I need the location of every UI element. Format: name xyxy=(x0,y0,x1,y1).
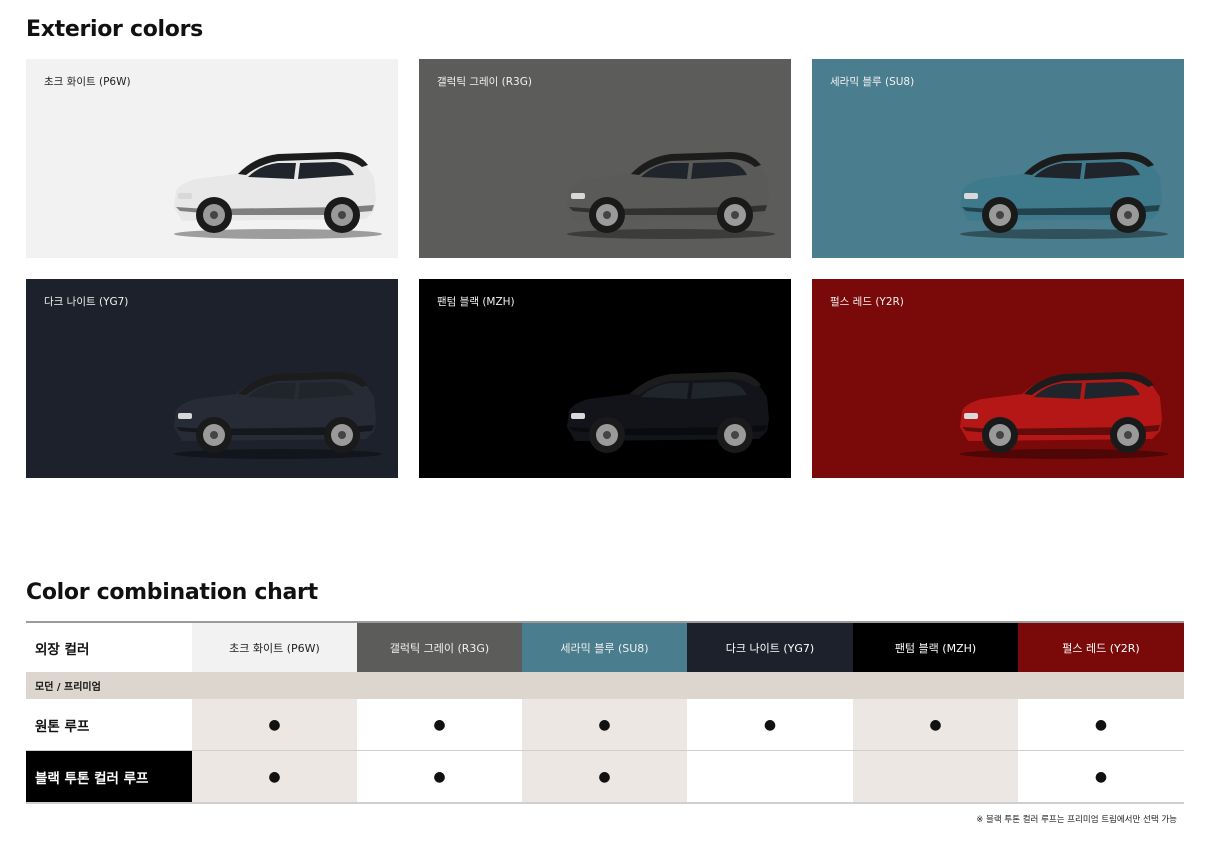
availability-cell: ● xyxy=(522,699,687,751)
availability-cell: ● xyxy=(192,699,357,751)
car-image xyxy=(960,372,1168,459)
color-label: 갤럭틱 그레이 (R3G) xyxy=(437,76,532,88)
color-chart-title: Color combination chart xyxy=(26,580,318,605)
color-swatch-tile: 초크 화이트 (P6W) xyxy=(26,59,398,258)
section-row: 모던 / 프리미엄 xyxy=(26,672,1184,699)
color-column-header: 다크 나이트 (YG7) xyxy=(687,621,853,672)
color-combination-table: 외장 컬러 초크 화이트 (P6W) 갤럭틱 그레이 (R3G) 세라믹 블루 (S… xyxy=(26,621,1184,804)
footnote: ※ 블랙 투톤 컬러 루프는 프리미엄 트림에서만 선택 가능 xyxy=(976,815,1177,825)
availability-cell: ● xyxy=(357,750,522,804)
car-image xyxy=(174,152,382,239)
row-label: 블랙 투톤 컬러 루프 xyxy=(26,750,192,804)
availability-cell: ● xyxy=(687,699,853,751)
table-header-row: 외장 컬러 초크 화이트 (P6W) 갤럭틱 그레이 (R3G) 세라믹 블루 (S… xyxy=(26,621,1184,672)
row-label: 원톤 루프 xyxy=(26,699,192,751)
availability-cell: ● xyxy=(1018,750,1184,804)
color-swatch-tile: 팬텀 블랙 (MZH) xyxy=(419,279,791,478)
color-column-header: 갤럭틱 그레이 (R3G) xyxy=(357,621,522,672)
color-swatch-tile: 펄스 레드 (Y2R) xyxy=(812,279,1184,478)
color-label: 세라믹 블루 (SU8) xyxy=(830,76,915,88)
color-swatch-tile: 다크 나이트 (YG7) xyxy=(26,279,398,478)
car-image xyxy=(567,152,775,239)
color-label: 초크 화이트 (P6W) xyxy=(44,76,131,88)
car-image xyxy=(567,372,775,459)
color-swatch-tile: 갤럭틱 그레이 (R3G) xyxy=(419,59,791,258)
header-label: 외장 컬러 xyxy=(26,621,192,672)
availability-cell: ● xyxy=(853,699,1018,751)
color-column-header: 펄스 레드 (Y2R) xyxy=(1018,621,1184,672)
availability-cell xyxy=(853,750,1018,804)
table-row-black-two-tone-roof: 블랙 투톤 컬러 루프 ● ● ● ● xyxy=(26,750,1184,804)
availability-cell: ● xyxy=(357,699,522,751)
color-label: 펄스 레드 (Y2R) xyxy=(830,296,904,308)
availability-cell: ● xyxy=(192,750,357,804)
section-label: 모던 / 프리미엄 xyxy=(26,672,1184,699)
color-column-header: 초크 화이트 (P6W) xyxy=(192,621,357,672)
exterior-colors-title: Exterior colors xyxy=(26,17,203,42)
color-label: 다크 나이트 (YG7) xyxy=(44,296,129,308)
color-label: 팬텀 블랙 (MZH) xyxy=(437,296,515,308)
car-image xyxy=(960,152,1168,239)
availability-cell xyxy=(687,750,853,804)
availability-cell: ● xyxy=(522,750,687,804)
table-row-one-tone-roof: 원톤 루프 ● ● ● ● ● ● xyxy=(26,699,1184,751)
availability-cell: ● xyxy=(1018,699,1184,751)
color-swatch-tile: 세라믹 블루 (SU8) xyxy=(812,59,1184,258)
car-image xyxy=(174,372,382,459)
color-column-header: 팬텀 블랙 (MZH) xyxy=(853,621,1018,672)
color-column-header: 세라믹 블루 (SU8) xyxy=(522,621,687,672)
